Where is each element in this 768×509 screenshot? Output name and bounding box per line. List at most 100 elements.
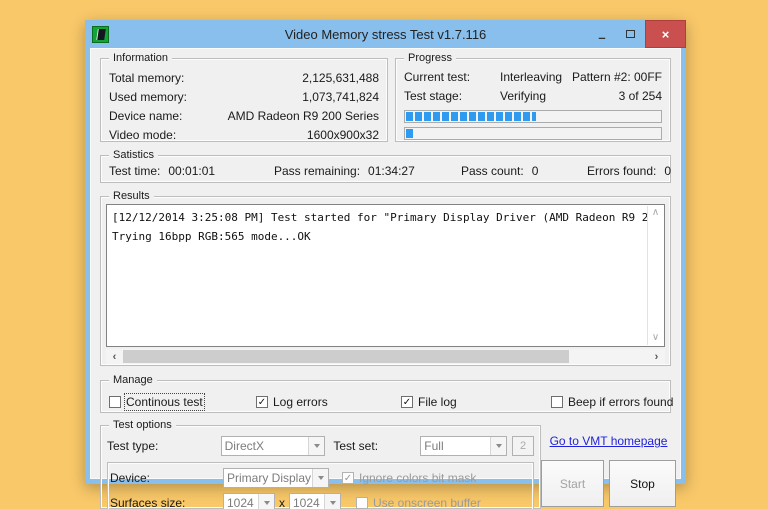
checkbox-box[interactable]: ✓ — [256, 395, 268, 408]
checkbox-box[interactable] — [551, 395, 563, 408]
info-row-used-memory: Used memory: 1,073,741,824 — [109, 88, 379, 107]
information-legend: Information — [109, 51, 173, 65]
checkbox-ignore-colors-bit-mask[interactable]: ✓ Ignore colors bit mask — [342, 471, 476, 485]
test-type-label: Test type: — [107, 439, 159, 453]
progress-value: Interleaving — [500, 70, 563, 84]
test-options-legend: Test options — [109, 418, 176, 432]
dropdown-arrow-button[interactable] — [308, 437, 325, 455]
progress-legend: Progress — [404, 51, 457, 65]
scroll-down-icon[interactable]: ∨ — [652, 331, 659, 345]
checkbox-use-onscreen-buffer[interactable]: Use onscreen buffer — [356, 496, 481, 509]
manage-group: Manage Continous test ✓ Log errors ✓ Fil… — [100, 373, 673, 413]
chevron-down-icon — [263, 500, 270, 505]
info-value: 1,073,741,824 — [302, 90, 379, 104]
desktop: { "window": { "title": "Video Memory str… — [0, 0, 768, 509]
stat-pass-count: Pass count: 0 — [461, 164, 587, 182]
checkbox-box[interactable]: ✓ — [342, 471, 354, 484]
app-window: Video Memory stress Test v1.7.116 – × In… — [85, 20, 686, 509]
log-line: Trying 16bpp RGB:565 mode...OK — [112, 230, 311, 243]
statistics-legend: Satistics — [109, 148, 158, 162]
info-value: 1600x900x32 — [306, 128, 379, 142]
surface-width-dropdown[interactable]: 1024 — [223, 492, 275, 509]
chevron-down-icon — [495, 444, 502, 448]
progress-bar-test-fill — [406, 112, 536, 121]
stat-label: Pass count: — [461, 164, 524, 178]
title-bar[interactable]: Video Memory stress Test v1.7.116 – × — [85, 20, 686, 48]
info-label: Device name: — [109, 109, 183, 123]
checkbox-label: Use onscreen buffer — [373, 495, 481, 509]
device-dropdown[interactable]: Primary Display Driv — [223, 467, 329, 488]
results-log[interactable]: [12/12/2014 3:25:08 PM] Test started for… — [106, 204, 665, 347]
stat-label: Pass remaining: — [274, 164, 361, 178]
chevron-down-icon — [317, 475, 324, 480]
chevron-down-icon — [313, 444, 320, 448]
info-row-total-memory: Total memory: 2,125,631,488 — [109, 69, 379, 88]
progress-group: Progress Current test: Interleaving Patt… — [395, 51, 671, 142]
horizontal-scroll-thumb[interactable] — [123, 350, 570, 363]
manage-legend: Manage — [109, 373, 157, 387]
info-value: 2,125,631,488 — [302, 71, 379, 85]
dropdown-arrow-button[interactable] — [324, 493, 340, 509]
checkbox-box[interactable] — [109, 395, 121, 408]
maximize-icon — [626, 30, 635, 38]
results-group: Results [12/12/2014 3:25:08 PM] Test sta… — [100, 189, 671, 366]
client-area: Information Total memory: 2,125,631,488 … — [90, 48, 681, 509]
stat-value: 00:01:01 — [168, 164, 216, 178]
progress-bar-stage-fill — [406, 129, 415, 138]
vertical-scrollbar[interactable]: ∧ ∨ — [647, 206, 663, 345]
progress-label: Current test: — [404, 70, 471, 84]
surfaces-size-label: Surfaces size: — [110, 495, 186, 509]
checkbox-box[interactable]: ✓ — [401, 395, 413, 408]
surface-height-dropdown[interactable]: 1024 — [289, 492, 341, 509]
chevron-down-icon — [329, 500, 336, 505]
checkbox-log-errors[interactable]: ✓ Log errors — [256, 391, 401, 412]
stat-label: Errors found: — [587, 164, 657, 178]
information-group: Information Total memory: 2,125,631,488 … — [100, 51, 388, 145]
dropdown-arrow-button[interactable] — [490, 437, 507, 455]
dropdown-arrow-button[interactable] — [312, 468, 328, 487]
test-set-extra-button[interactable]: 2 — [512, 436, 534, 456]
stat-value: 01:34:27 — [368, 164, 415, 178]
checkbox-box[interactable] — [356, 496, 368, 509]
pattern-indicator: Pattern #2: 00FF — [571, 70, 662, 84]
test-set-label: Test set: — [333, 439, 379, 453]
info-value: AMD Radeon R9 200 Series — [227, 109, 379, 123]
horizontal-scrollbar[interactable]: ‹ › — [106, 349, 665, 364]
log-line: [12/12/2014 3:25:08 PM] Test started for… — [112, 211, 665, 224]
actions-area: Go to VMT homepage Start Stop — [541, 425, 676, 509]
info-label: Total memory: — [109, 71, 185, 85]
test-options-group: Test options Test type: DirectX Test set… — [100, 418, 541, 509]
progress-label: Test stage: — [404, 89, 463, 103]
dropdown-arrow-button[interactable] — [258, 493, 274, 509]
progress-row-test-stage: Test stage: Verifying 3 of 254 — [404, 87, 662, 106]
stop-button[interactable]: Stop — [609, 460, 676, 507]
stat-value: 0 — [664, 164, 672, 178]
checkbox-label: Ignore colors bit mask — [359, 470, 477, 485]
info-label: Video mode: — [109, 128, 177, 142]
results-legend: Results — [109, 189, 154, 203]
vmt-homepage-link[interactable]: Go to VMT homepage — [550, 434, 668, 448]
test-type-dropdown[interactable]: DirectX — [220, 436, 326, 456]
device-label: Device: — [110, 470, 151, 485]
checkbox-file-log[interactable]: ✓ File log — [401, 391, 551, 412]
horizontal-scroll-track[interactable] — [123, 349, 648, 364]
stat-errors-found: Errors found: 0 — [587, 164, 671, 182]
scroll-left-icon[interactable]: ‹ — [106, 349, 123, 364]
close-button[interactable]: × — [645, 20, 686, 48]
checkbox-beep-if-errors[interactable]: Beep if errors found — [551, 391, 673, 412]
checkbox-label: Continous test — [124, 392, 205, 411]
test-set-dropdown[interactable]: Full — [420, 436, 508, 456]
scroll-right-icon[interactable]: › — [648, 349, 665, 364]
checkbox-label: File log — [418, 394, 457, 409]
start-button[interactable]: Start — [541, 460, 604, 507]
statistics-group: Satistics Test time: 00:01:01 Pass remain… — [100, 148, 671, 183]
minimize-button[interactable]: – — [587, 20, 616, 48]
scroll-up-icon[interactable]: ∧ — [652, 206, 659, 220]
progress-bar-stage — [404, 127, 662, 140]
info-row-video-mode: Video mode: 1600x900x32 — [109, 126, 379, 145]
progress-value: Verifying — [500, 89, 547, 103]
stat-label: Test time: — [109, 164, 161, 178]
maximize-button[interactable] — [616, 20, 645, 48]
checkbox-continous-test[interactable]: Continous test — [109, 391, 256, 412]
info-label: Used memory: — [109, 90, 188, 104]
